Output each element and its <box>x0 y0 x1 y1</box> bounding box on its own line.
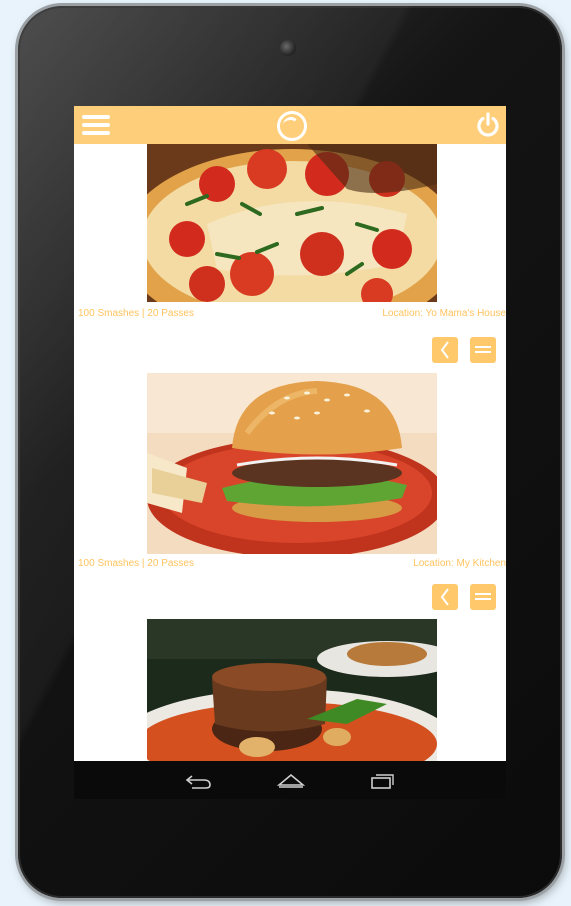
system-nav-bar <box>74 761 506 799</box>
post-menu-button[interactable] <box>470 584 496 610</box>
post-menu-button[interactable] <box>470 337 496 363</box>
list-menu-icon <box>475 593 491 600</box>
power-icon[interactable] <box>474 111 502 139</box>
pizza-photo[interactable] <box>147 144 437 302</box>
back-icon[interactable] <box>184 770 214 790</box>
home-icon[interactable] <box>276 770 306 790</box>
app-header <box>74 106 506 144</box>
steak-photo[interactable] <box>147 619 437 761</box>
post-actions <box>432 584 502 612</box>
share-button[interactable] <box>432 337 458 363</box>
hamburger-menu-icon[interactable] <box>82 115 112 135</box>
tablet-device: 100 Smashes | 20 Passes Location: Yo Mam… <box>18 6 562 898</box>
burger-photo[interactable] <box>147 373 437 554</box>
share-button[interactable] <box>432 584 458 610</box>
front-camera <box>280 40 296 56</box>
post-meta: 100 Smashes | 20 Passes Location: Yo Mam… <box>78 308 506 322</box>
post-location: Location: Yo Mama's House <box>382 308 506 319</box>
recents-icon[interactable] <box>368 770 398 790</box>
post-stats: 100 Smashes | 20 Passes <box>78 308 194 319</box>
share-chevron-icon <box>440 588 449 606</box>
list-menu-icon <box>475 346 491 353</box>
app-logo-icon[interactable] <box>277 111 307 141</box>
app-screen: 100 Smashes | 20 Passes Location: Yo Mam… <box>74 106 506 799</box>
post-stats: 100 Smashes | 20 Passes <box>78 558 194 569</box>
post-location: Location: My Kitchen <box>413 558 506 569</box>
share-chevron-icon <box>440 341 449 359</box>
post-actions <box>432 337 502 365</box>
post-meta: 100 Smashes | 20 Passes Location: My Kit… <box>78 558 506 572</box>
